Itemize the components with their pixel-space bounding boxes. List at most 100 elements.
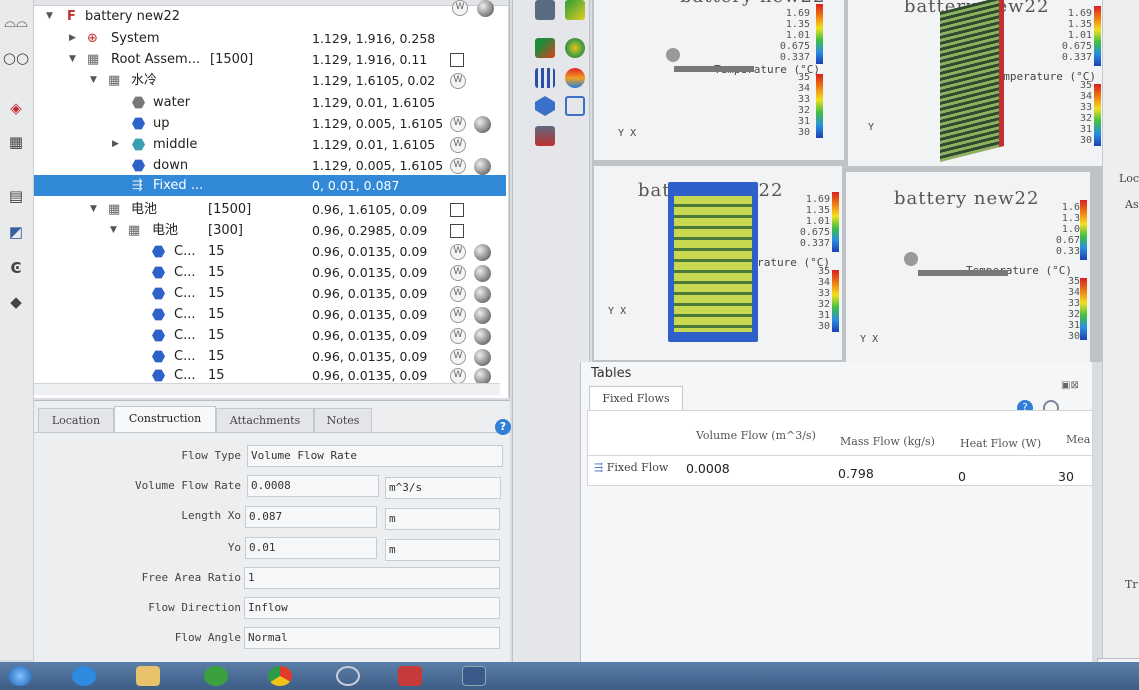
viewport-top-right[interactable]: battery new22 1.69 1.35 1.01 0.675 0.337… bbox=[848, 0, 1102, 166]
column-header[interactable]: Heat Flow (W) bbox=[960, 437, 1041, 450]
volume-flow-rate-input[interactable]: 0.0008 bbox=[247, 475, 379, 497]
tree-item-fixed-flow[interactable]: ⇶ Fixed ... 0, 0.01, 0.087 bbox=[34, 175, 506, 196]
yo-unit[interactable]: m bbox=[385, 539, 500, 561]
tab-notes[interactable]: Notes bbox=[314, 408, 372, 432]
flow-type-select[interactable]: Volume Flow Rate bbox=[247, 445, 503, 467]
system-icon: ⊕ bbox=[87, 31, 98, 46]
tab-fixed-flows[interactable]: Fixed Flows bbox=[589, 386, 683, 410]
horizontal-scrollbar[interactable] bbox=[34, 383, 500, 395]
collapse-icon[interactable]: ▼ bbox=[69, 49, 76, 70]
tree-item-cell[interactable]: C... 15 0.96, 0.0135, 0.09 W bbox=[34, 304, 500, 325]
folder-icon[interactable] bbox=[136, 666, 160, 686]
viewport-bottom-right[interactable]: battery new22 1.69 1.35 1.01 0.675 0.337… bbox=[846, 172, 1090, 362]
report-icon[interactable] bbox=[535, 126, 555, 146]
collapse-icon[interactable]: ▼ bbox=[110, 220, 117, 241]
length-xo-unit[interactable]: m bbox=[385, 508, 500, 530]
collapse-icon[interactable]: ▼ bbox=[46, 6, 53, 27]
tree-item-battery-sub[interactable]: ▼ ▦ 电池 [300] 0.96, 0.2985, 0.09 bbox=[34, 220, 500, 241]
tree-item-up[interactable]: up 1.129, 0.005, 1.6105 W bbox=[34, 113, 500, 134]
visibility-checkbox[interactable] bbox=[450, 53, 464, 67]
rotate-handle-icon[interactable] bbox=[666, 48, 680, 62]
tree-item-label: down bbox=[153, 158, 189, 173]
chrome-icon[interactable] bbox=[268, 666, 292, 686]
battery-model-front bbox=[668, 182, 758, 342]
tree-item-count: [1500] bbox=[208, 202, 252, 217]
start-button-icon[interactable] bbox=[8, 666, 32, 686]
expand-icon[interactable]: ▶ bbox=[112, 134, 119, 155]
tab-location[interactable]: Location bbox=[38, 408, 114, 432]
cell-volume-flow[interactable]: 0.0008 bbox=[686, 461, 730, 476]
viewport-bottom-left[interactable]: battery new22 1.69 1.35 1.01 0.675 0.337… bbox=[594, 166, 842, 360]
cell-mass-flow[interactable]: 0.798 bbox=[838, 466, 874, 481]
axis-indicator: Y X bbox=[860, 334, 878, 345]
tag-icon[interactable]: ◆ bbox=[4, 292, 28, 312]
browser-icon[interactable] bbox=[72, 666, 96, 686]
surface-plot-icon[interactable] bbox=[535, 38, 555, 58]
glasses-icon[interactable]: ⌓⌓ bbox=[4, 12, 28, 32]
viewport-top-left[interactable]: battery new22 1.69 1.35 1.01 0.675 0.337… bbox=[594, 0, 844, 160]
plot-button-icon[interactable] bbox=[565, 0, 585, 20]
visibility-checkbox[interactable] bbox=[450, 203, 464, 217]
flow-angle-select[interactable]: Normal bbox=[244, 627, 500, 649]
column-header[interactable]: Mea bbox=[1066, 433, 1090, 446]
tree-item-size: 1.129, 1.6105, 0.02 bbox=[312, 73, 436, 88]
grid-help-icon[interactable]: ▦ bbox=[4, 132, 28, 152]
legend-value: 0.337 bbox=[799, 238, 830, 249]
rotate-handle-icon[interactable] bbox=[904, 252, 918, 266]
cell-mea[interactable]: 30 bbox=[1058, 469, 1074, 484]
help-icon[interactable]: ? bbox=[495, 419, 511, 435]
tree-item-water[interactable]: water 1.129, 0.01, 1.6105 bbox=[34, 92, 500, 113]
media-icon[interactable] bbox=[204, 666, 228, 686]
assembly-icon: ▦ bbox=[108, 202, 121, 217]
table-row[interactable]: ⇶ Fixed Flow bbox=[594, 461, 668, 474]
flow-direction-select[interactable]: Inflow bbox=[244, 597, 500, 619]
tree-item-cell[interactable]: C... 15 0.96, 0.0135, 0.09 W bbox=[34, 325, 500, 346]
cube-icon[interactable]: ◈ bbox=[4, 98, 28, 118]
chart-icon[interactable]: ◩ bbox=[4, 222, 28, 242]
expand-icon[interactable]: ▶ bbox=[69, 28, 76, 49]
collapse-icon[interactable]: ▼ bbox=[90, 199, 97, 220]
tree-item-cell[interactable]: C... 15 0.96, 0.0135, 0.09 W bbox=[34, 283, 500, 304]
watermark-icon: W bbox=[450, 265, 466, 281]
yo-input[interactable]: 0.01 bbox=[245, 537, 377, 559]
tree-item-cell[interactable]: C... 15 0.96, 0.0135, 0.09 W bbox=[34, 346, 500, 367]
panel-window-controls[interactable]: ▣⊠ bbox=[1061, 380, 1087, 392]
tab-construction[interactable]: Construction bbox=[114, 406, 216, 432]
tree-item-cell[interactable]: C... 15 0.96, 0.0135, 0.09 W bbox=[34, 241, 500, 262]
dots-icon[interactable] bbox=[535, 68, 555, 88]
cube-view-icon[interactable] bbox=[535, 96, 555, 116]
palette-icon[interactable] bbox=[565, 38, 585, 58]
legend-value: 0.675 bbox=[779, 41, 810, 52]
window-view-icon[interactable] bbox=[565, 96, 585, 116]
active-app-icon[interactable] bbox=[462, 666, 486, 686]
tree-item-count: 15 bbox=[208, 328, 225, 343]
right-side-panel: Loc As Tr Create bbox=[1097, 0, 1139, 675]
length-xo-input[interactable]: 0.087 bbox=[245, 506, 377, 528]
tree-item-middle[interactable]: ▶ middle 1.129, 0.01, 1.6105 W bbox=[34, 134, 500, 155]
tree-item-root-assembly[interactable]: ▼ ▦ Root Assem... [1500] 1.129, 1.916, 0… bbox=[34, 49, 500, 70]
view-button-icon[interactable] bbox=[535, 0, 555, 20]
glasses-outline-icon[interactable]: ○○ bbox=[3, 48, 29, 68]
app-icon[interactable] bbox=[398, 666, 422, 686]
flow-angle-label: Flow Angle bbox=[174, 631, 241, 644]
tree-item-battery[interactable]: ▼ ▦ 电池 [1500] 0.96, 1.6105, 0.09 bbox=[34, 199, 500, 220]
tree-item-cell[interactable]: C... 15 0.96, 0.0135, 0.09 W bbox=[34, 262, 500, 283]
tree-root[interactable]: ▼ F battery new22 W bbox=[34, 0, 500, 27]
column-header[interactable]: Volume Flow (m^3/s) bbox=[696, 429, 816, 442]
visibility-checkbox[interactable] bbox=[450, 224, 464, 238]
tab-attachments[interactable]: Attachments bbox=[216, 408, 314, 432]
tree-item-down[interactable]: down 1.129, 0.005, 1.6105 W bbox=[34, 155, 500, 176]
cell-heat-flow[interactable]: 0 bbox=[958, 469, 966, 484]
vertical-scrollbar[interactable] bbox=[508, 0, 509, 398]
search-icon[interactable] bbox=[336, 666, 360, 686]
collapse-icon[interactable]: ▼ bbox=[90, 70, 97, 91]
ball-plot-icon[interactable] bbox=[565, 68, 585, 88]
window-icon[interactable]: ▤ bbox=[4, 186, 28, 206]
tree-item-system[interactable]: ▶ ⊕ System 1.129, 1.916, 0.258 bbox=[34, 28, 500, 49]
axis-y-label: Y bbox=[618, 128, 625, 139]
free-area-ratio-input[interactable]: 1 bbox=[244, 567, 500, 589]
column-header[interactable]: Mass Flow (kg/s) bbox=[840, 435, 935, 448]
volume-flow-rate-unit[interactable]: m^3/s bbox=[385, 477, 501, 499]
tree-item-water-cooling[interactable]: ▼ ▦ 水冷 1.129, 1.6105, 0.02 W bbox=[34, 70, 500, 91]
curve-icon[interactable]: Ͼ bbox=[4, 258, 28, 278]
